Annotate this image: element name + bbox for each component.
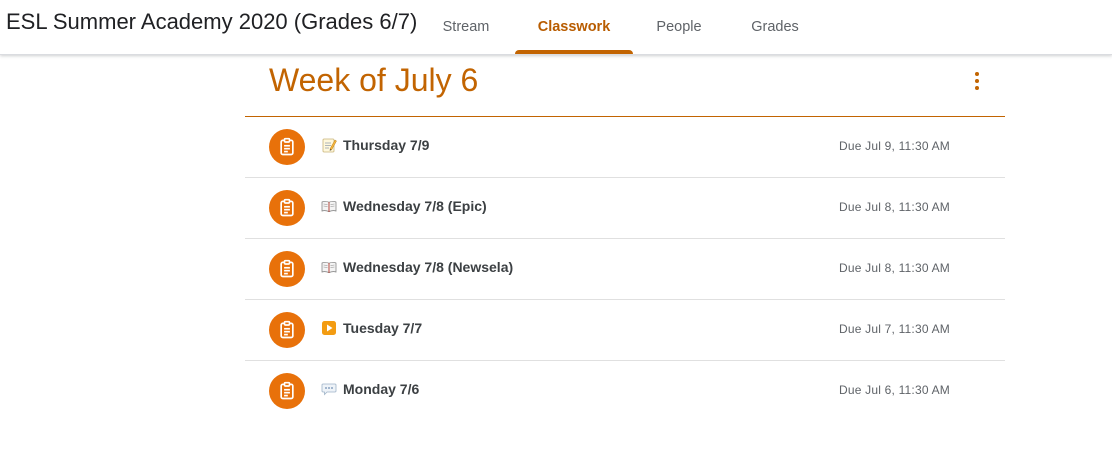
topic-section: Week of July 6 Thursday 7/9 Due Jul 9, 1… <box>245 55 1005 421</box>
tab-classwork[interactable]: Classwork <box>515 0 633 54</box>
open-book-icon <box>321 198 337 214</box>
assignment-icon <box>269 373 305 409</box>
assignment-row[interactable]: Monday 7/6 Due Jul 6, 11:30 AM <box>245 361 1005 421</box>
tab-stream-label: Stream <box>442 19 490 35</box>
assignment-row[interactable]: Tuesday 7/7 Due Jul 7, 11:30 AM <box>245 300 1005 361</box>
memo-icon <box>321 137 337 153</box>
assignment-row[interactable]: Thursday 7/9 Due Jul 9, 11:30 AM <box>245 117 1005 178</box>
tab-people-label: People <box>656 19 702 35</box>
play-button-icon <box>321 320 337 336</box>
assignment-list: Thursday 7/9 Due Jul 9, 11:30 AM Wednesd… <box>245 117 1005 421</box>
assignment-title: Monday 7/6 <box>321 381 419 397</box>
tab-stream[interactable]: Stream <box>424 0 508 54</box>
assignment-title-text: Wednesday 7/8 (Epic) <box>343 198 487 214</box>
top-app-bar: ESL Summer Academy 2020 (Grades 6/7) Str… <box>0 0 1112 55</box>
more-vert-icon[interactable] <box>967 69 987 93</box>
assignment-title: Tuesday 7/7 <box>321 320 422 336</box>
assignment-icon <box>269 312 305 348</box>
assignment-title: Thursday 7/9 <box>321 137 429 153</box>
open-book-icon <box>321 259 337 275</box>
assignment-due-date: Due Jul 7, 11:30 AM <box>839 322 950 336</box>
assignment-row[interactable]: Wednesday 7/8 (Epic) Due Jul 8, 11:30 AM <box>245 178 1005 239</box>
assignment-icon <box>269 190 305 226</box>
assignment-icon <box>269 129 305 165</box>
speech-balloon-icon <box>321 381 337 397</box>
tab-people[interactable]: People <box>640 0 718 54</box>
assignment-due-date: Due Jul 8, 11:30 AM <box>839 261 950 275</box>
assignment-due-date: Due Jul 9, 11:30 AM <box>839 139 950 153</box>
assignment-due-date: Due Jul 6, 11:30 AM <box>839 383 950 397</box>
assignment-due-date: Due Jul 8, 11:30 AM <box>839 200 950 214</box>
assignment-title: Wednesday 7/8 (Newsela) <box>321 259 513 275</box>
assignment-icon <box>269 251 305 287</box>
active-tab-indicator <box>515 50 633 54</box>
assignment-title-text: Wednesday 7/8 (Newsela) <box>343 259 514 275</box>
assignment-title-text: Monday 7/6 <box>343 381 420 397</box>
course-title[interactable]: ESL Summer Academy 2020 (Grades 6/7) <box>6 9 417 35</box>
topic-title: Week of July 6 <box>269 62 479 98</box>
assignment-row[interactable]: Wednesday 7/8 (Newsela) Due Jul 8, 11:30… <box>245 239 1005 300</box>
assignment-title-text: Tuesday 7/7 <box>343 320 423 336</box>
assignment-title: Wednesday 7/8 (Epic) <box>321 198 487 214</box>
tab-grades[interactable]: Grades <box>732 0 818 54</box>
assignment-title-text: Thursday 7/9 <box>343 137 430 153</box>
topic-header: Week of July 6 <box>245 55 1005 117</box>
tab-classwork-label: Classwork <box>537 19 611 35</box>
tab-grades-label: Grades <box>751 19 799 35</box>
